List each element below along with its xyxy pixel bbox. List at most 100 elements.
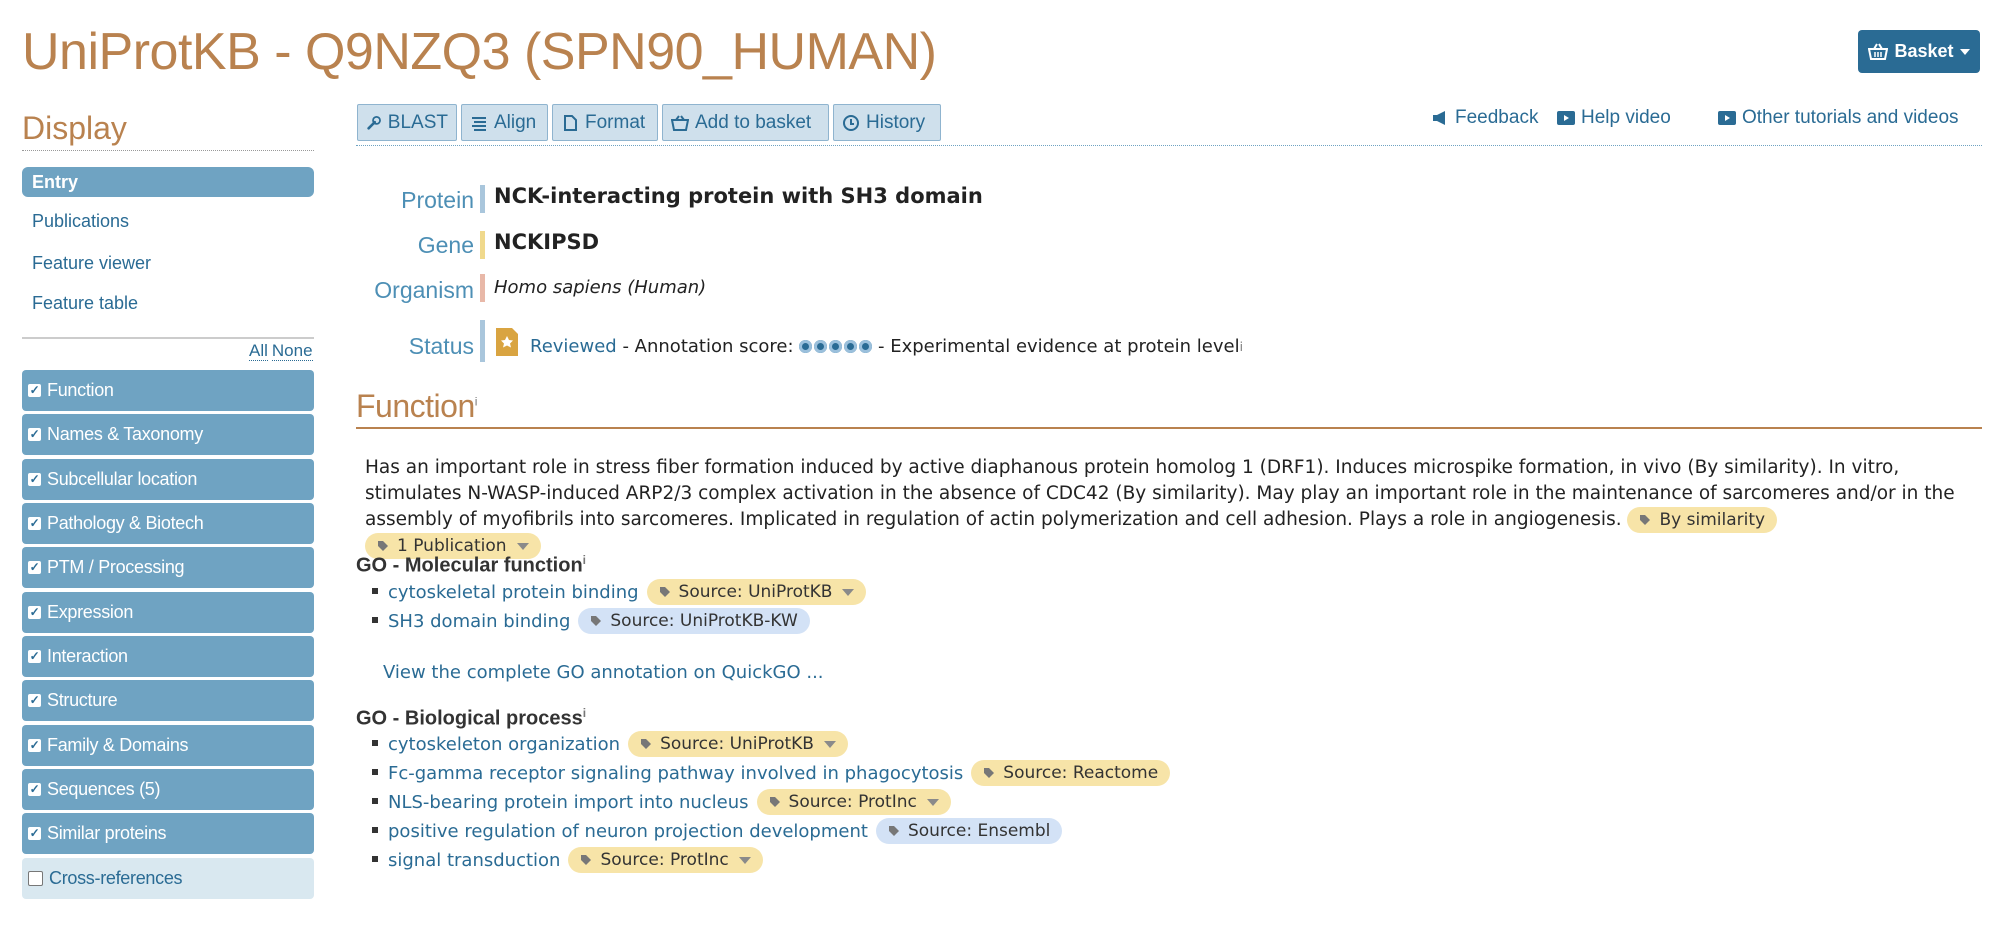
format-label: Format	[585, 111, 646, 133]
align-button[interactable]: Align	[461, 104, 548, 141]
list-item: NLS-bearing protein import into nucleus …	[372, 789, 951, 815]
tag-icon	[581, 855, 592, 865]
function-heading-label: Function	[356, 388, 475, 424]
sidebar-item-feature-table[interactable]: Feature table	[32, 293, 138, 314]
source-tag[interactable]: Source: UniProtKB-KW	[578, 608, 810, 634]
tutorials-link[interactable]: Other tutorials and videos	[1718, 107, 1959, 129]
basket-button[interactable]: Basket	[1858, 30, 1980, 73]
protein-name: NCK-interacting protein with SH3 domain	[494, 184, 983, 208]
source-tag[interactable]: Source: Ensembl	[875, 818, 1063, 844]
protein-bar	[480, 185, 485, 213]
align-icon	[472, 116, 486, 131]
tag-icon	[984, 768, 995, 778]
evidence-tag[interactable]: By similarity	[1627, 507, 1778, 533]
section-label: Family & Domains	[47, 735, 189, 755]
section-toggle-structure[interactable]: ✓ Structure	[22, 680, 314, 721]
help-video-label: Help video	[1581, 107, 1671, 128]
section-toggle-sequences[interactable]: ✓ Sequences (5)	[22, 769, 314, 810]
section-toggle-ptm-processing[interactable]: ✓ PTM / Processing	[22, 547, 314, 588]
info-marker[interactable]: i	[475, 394, 478, 408]
section-toggle-subcellular-location[interactable]: ✓ Subcellular location	[22, 459, 314, 500]
evidence-text: - Experimental evidence at protein level	[872, 336, 1240, 357]
bullet	[372, 588, 378, 594]
chevron-down-icon	[926, 798, 939, 806]
go-term-link[interactable]: signal transduction	[388, 850, 560, 871]
info-marker[interactable]: i	[583, 706, 586, 720]
checkbox[interactable]: ✓	[28, 694, 41, 707]
function-description: Has an important role in stress fiber fo…	[365, 455, 1955, 559]
info-marker[interactable]: i	[1240, 340, 1243, 354]
score-dot-icon	[799, 340, 813, 353]
tag-label: Source: ProtInc	[788, 792, 917, 812]
checkbox[interactable]: ✓	[28, 871, 43, 886]
go-molecular-heading-label: GO - Molecular function	[356, 554, 583, 577]
quickgo-link[interactable]: View the complete GO annotation on Quick…	[383, 662, 824, 683]
tag-icon	[1640, 515, 1651, 525]
go-term-link[interactable]: SH3 domain binding	[388, 611, 570, 632]
go-term-link[interactable]: positive regulation of neuron projection…	[388, 821, 868, 842]
section-label: PTM / Processing	[47, 557, 185, 577]
select-all-link[interactable]: All	[249, 341, 268, 361]
section-label: Sequences (5)	[47, 779, 161, 799]
format-button[interactable]: Format	[552, 104, 658, 141]
checkbox[interactable]: ✓	[28, 473, 41, 486]
checkbox[interactable]: ✓	[28, 517, 41, 530]
sidebar-item-feature-viewer[interactable]: Feature viewer	[32, 253, 151, 274]
checkbox[interactable]: ✓	[28, 384, 41, 397]
bullet	[372, 827, 378, 833]
chevron-down-icon	[516, 542, 529, 550]
select-none-link[interactable]: None	[271, 341, 313, 361]
score-dot-icon	[814, 340, 828, 353]
source-tag[interactable]: Source: ProtInc	[568, 847, 763, 873]
source-tag[interactable]: Source: Reactome	[971, 760, 1171, 786]
source-tag[interactable]: Source: UniProtKB	[628, 731, 848, 757]
go-term-link[interactable]: Fc-gamma receptor signaling pathway invo…	[388, 763, 963, 784]
sidebar-item-publications[interactable]: Publications	[32, 211, 129, 232]
reviewed-document-icon	[496, 327, 518, 356]
blast-button[interactable]: BLAST	[357, 104, 457, 141]
section-toggle-function[interactable]: ✓ Function	[22, 370, 314, 411]
blast-label: BLAST	[387, 111, 448, 133]
tag-label: Source: UniProtKB	[678, 582, 833, 602]
section-toggle-similar-proteins[interactable]: ✓ Similar proteins	[22, 813, 314, 854]
go-biological-heading: GO - Biological processi	[356, 706, 586, 731]
section-toggle-expression[interactable]: ✓ Expression	[22, 592, 314, 633]
section-toggle-cross-references[interactable]: ✓ Cross-references	[22, 858, 314, 899]
go-term-link[interactable]: NLS-bearing protein import into nucleus	[388, 792, 749, 813]
go-term-link[interactable]: cytoskeleton organization	[388, 734, 620, 755]
function-heading: Functioni	[356, 388, 477, 425]
document-icon	[564, 114, 577, 131]
section-toggle-pathology-biotech[interactable]: ✓ Pathology & Biotech	[22, 503, 314, 544]
section-toggle-family-domains[interactable]: ✓ Family & Domains	[22, 725, 314, 766]
checkbox[interactable]: ✓	[28, 606, 41, 619]
feedback-link[interactable]: Feedback	[1431, 107, 1538, 129]
help-video-link[interactable]: Help video	[1557, 107, 1671, 129]
status-label: Status	[408, 333, 474, 359]
checkbox[interactable]: ✓	[28, 783, 41, 796]
source-tag[interactable]: Source: ProtInc	[756, 789, 951, 815]
status-bar	[480, 320, 485, 362]
info-marker[interactable]: i	[583, 553, 586, 567]
checkbox[interactable]: ✓	[28, 827, 41, 840]
add-to-basket-button[interactable]: Add to basket	[662, 104, 829, 141]
go-term-link[interactable]: cytoskeletal protein binding	[388, 582, 639, 603]
organism-label: Organism	[374, 277, 474, 303]
list-item: SH3 domain binding Source: UniProtKB-KW	[372, 608, 810, 634]
bullet	[372, 740, 378, 746]
source-tag[interactable]: Source: UniProtKB	[646, 579, 867, 605]
sidebar-item-entry[interactable]: Entry	[22, 167, 314, 197]
tag-icon	[641, 739, 652, 749]
history-button[interactable]: History	[833, 104, 941, 141]
reviewed-link[interactable]: Reviewed	[530, 336, 617, 357]
tag-icon	[591, 616, 602, 626]
checkbox[interactable]: ✓	[28, 428, 41, 441]
checkbox[interactable]: ✓	[28, 561, 41, 574]
section-toggle-names-taxonomy[interactable]: ✓ Names & Taxonomy	[22, 414, 314, 455]
section-toggle-interaction[interactable]: ✓ Interaction	[22, 636, 314, 677]
organism-bar	[480, 274, 485, 302]
bullet	[372, 617, 378, 623]
history-label: History	[866, 111, 926, 133]
checkbox[interactable]: ✓	[28, 650, 41, 663]
bullet	[372, 856, 378, 862]
checkbox[interactable]: ✓	[28, 739, 41, 752]
